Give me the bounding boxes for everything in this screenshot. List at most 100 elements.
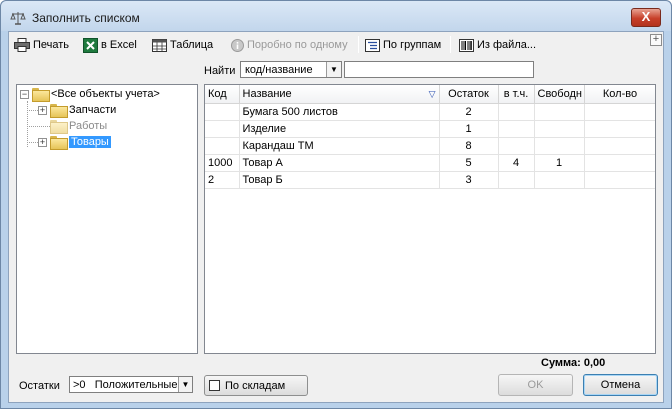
remains-select[interactable]: >0 Положительные ▼ (69, 376, 193, 393)
find-mode-select[interactable]: код/название ▼ (240, 61, 342, 78)
tree-item-spare-parts[interactable]: + Запчасти (38, 102, 116, 118)
table-row[interactable]: Изделие 1 (205, 120, 655, 138)
cell-incl[interactable] (498, 137, 535, 155)
cell-incl[interactable]: 4 (498, 154, 535, 172)
folder-icon (50, 136, 68, 150)
sort-filter-icon[interactable]: ▽ (429, 89, 436, 100)
cell-code[interactable]: 1000 (205, 154, 240, 172)
cell-stock[interactable]: 2 (439, 103, 499, 121)
checkbox-icon[interactable] (209, 380, 220, 391)
expand-toolbar-button[interactable]: + (650, 34, 662, 46)
table-row[interactable]: 2 Товар Б 3 (205, 171, 655, 189)
tree-connector (29, 142, 38, 143)
expand-icon[interactable]: + (38, 105, 47, 115)
find-input[interactable] (344, 61, 534, 78)
cell-code[interactable] (205, 103, 240, 121)
cell-name[interactable]: Карандаш ТМ (239, 137, 440, 155)
column-header-qty[interactable]: Кол-во (584, 85, 655, 104)
toolbar-separator (450, 36, 451, 53)
column-header-name[interactable]: Название ▽ (239, 85, 440, 104)
folder-icon (32, 88, 50, 102)
cell-qty[interactable] (584, 103, 655, 121)
cell-free[interactable] (534, 103, 585, 121)
ok-button[interactable]: OK (498, 374, 573, 396)
cell-name[interactable]: Товар Б (239, 171, 440, 189)
cell-qty[interactable] (584, 137, 655, 155)
cell-stock[interactable]: 8 (439, 137, 499, 155)
cell-free[interactable] (534, 171, 585, 189)
column-header-label: в т.ч. (503, 87, 529, 100)
tree-connector (27, 101, 28, 147)
table-row[interactable]: Бумага 500 листов 2 (205, 103, 655, 121)
expand-icon[interactable]: + (38, 137, 47, 147)
column-header-label: Код (208, 87, 227, 100)
column-header-label: Свободн (537, 87, 582, 100)
cell-stock[interactable]: 5 (439, 154, 499, 172)
collapse-icon[interactable]: − (20, 89, 29, 99)
by-stores-checkbox[interactable]: По складам (204, 375, 308, 396)
sum-total: Сумма: 0,00 (541, 357, 606, 369)
cell-free[interactable]: 1 (534, 154, 585, 172)
cell-incl[interactable] (498, 103, 535, 121)
cell-incl[interactable] (498, 171, 535, 189)
print-button[interactable]: Печать (11, 34, 72, 56)
dialog-client: Печать в Excel Таблица Поробно по одному… (8, 31, 664, 403)
cell-stock[interactable]: 1 (439, 120, 499, 138)
barcode-icon (459, 38, 474, 52)
by-stores-label: По складам (225, 379, 286, 392)
cell-code[interactable]: 2 (205, 171, 240, 189)
items-grid[interactable]: Код Название ▽ Остаток в т.ч. Свободн Кол… (204, 84, 656, 354)
scales-icon (10, 12, 26, 25)
tree-item-works[interactable]: Работы (50, 118, 107, 134)
table-row[interactable]: Карандаш ТМ 8 (205, 137, 655, 155)
cell-qty[interactable] (584, 171, 655, 189)
cell-code[interactable] (205, 137, 240, 155)
column-header-stock[interactable]: Остаток (439, 85, 499, 104)
cell-qty[interactable] (584, 154, 655, 172)
chevron-down-icon[interactable]: ▼ (326, 62, 341, 77)
close-button[interactable]: X (631, 8, 661, 27)
tree-connector (29, 110, 38, 111)
by-groups-button[interactable]: По группам (362, 34, 444, 56)
tree-item-label: Работы (69, 120, 108, 132)
column-header-incl[interactable]: в т.ч. (498, 85, 535, 104)
groups-icon (365, 38, 380, 52)
one-by-one-button[interactable]: Поробно по одному (228, 34, 351, 56)
remains-value: >0 Положительные (73, 379, 178, 391)
column-header-label: Кол-во (602, 87, 638, 100)
remains-label: Остатки (19, 380, 60, 392)
toolbar-separator (358, 36, 359, 53)
folder-icon (50, 104, 68, 118)
column-header-label: Остаток (448, 87, 489, 100)
tree-item-label: Запчасти (69, 104, 117, 116)
excel-icon (83, 37, 98, 53)
cell-name[interactable]: Изделие (239, 120, 440, 138)
cell-stock[interactable]: 3 (439, 171, 499, 189)
cell-name[interactable]: Бумага 500 листов (239, 103, 440, 121)
table-row[interactable]: 1000 Товар А 5 4 1 (205, 154, 655, 172)
window-title: Заполнить списком (32, 11, 140, 25)
category-tree[interactable]: − <Все объекты учета> + Запчасти Работы … (16, 84, 198, 354)
find-mode-value: код/название (245, 64, 313, 76)
cell-free[interactable] (534, 137, 585, 155)
column-header-free[interactable]: Свободн (534, 85, 585, 104)
column-header-code[interactable]: Код (205, 85, 240, 104)
cell-qty[interactable] (584, 120, 655, 138)
cell-incl[interactable] (498, 120, 535, 138)
tree-item-label: <Все объекты учета> (51, 88, 160, 100)
cell-code[interactable] (205, 120, 240, 138)
excel-button[interactable]: в Excel (80, 34, 140, 56)
table-button[interactable]: Таблица (149, 34, 216, 56)
cancel-button[interactable]: Отмена (583, 374, 658, 396)
grid-header-row: Код Название ▽ Остаток в т.ч. Свободн Кол… (205, 85, 655, 104)
tree-item-root[interactable]: − <Все объекты учета> (20, 86, 160, 102)
cell-free[interactable] (534, 120, 585, 138)
column-header-label: Название (242, 87, 292, 100)
info-icon (231, 38, 244, 52)
chevron-down-icon[interactable]: ▼ (178, 377, 192, 392)
tree-item-goods[interactable]: + Товары (38, 134, 111, 150)
cell-name[interactable]: Товар А (239, 154, 440, 172)
one-by-one-label: Поробно по одному (247, 39, 348, 51)
from-file-button[interactable]: Из файла... (456, 34, 539, 56)
from-file-label: Из файла... (477, 39, 537, 51)
